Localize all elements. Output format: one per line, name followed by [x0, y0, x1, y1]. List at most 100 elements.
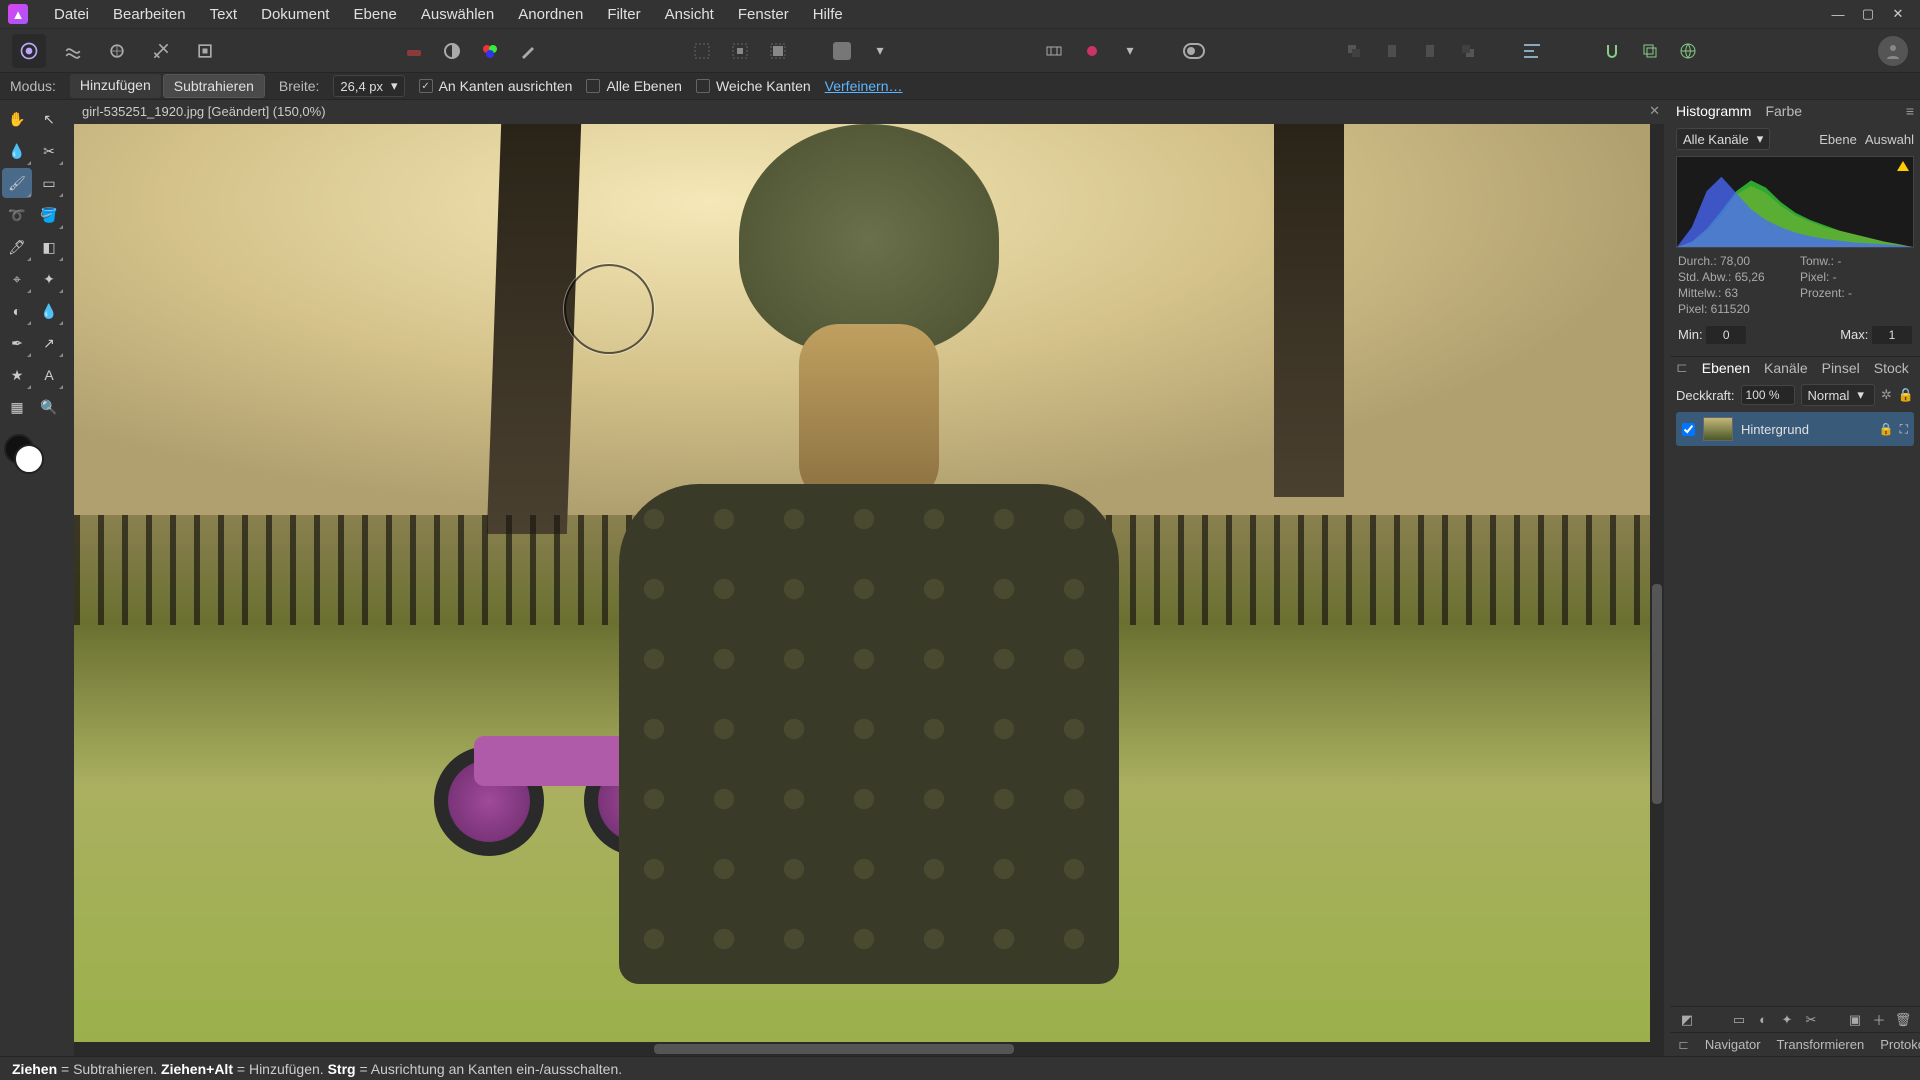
tab-ebenen[interactable]: Ebenen	[1702, 360, 1750, 376]
histo-layer-button[interactable]: Ebene	[1819, 132, 1857, 147]
dodge-tool-icon[interactable]: ◐	[2, 296, 32, 326]
tab-protokoll[interactable]: Protokoll	[1880, 1037, 1920, 1052]
horizontal-scrollbar[interactable]	[74, 1042, 1650, 1056]
selection-mid-icon[interactable]	[724, 35, 756, 67]
min-input[interactable]	[1706, 326, 1746, 344]
document-tab[interactable]: girl-535251_1920.jpg [Geändert] (150,0%)…	[70, 100, 1670, 122]
vertical-scrollbar[interactable]	[1650, 124, 1664, 1056]
tab-kanaele[interactable]: Kanäle	[1764, 360, 1808, 376]
layer-lock-icon[interactable]: 🔒	[1898, 387, 1914, 403]
toolbar-autolevels-icon[interactable]	[398, 35, 430, 67]
histo-selection-button[interactable]: Auswahl	[1865, 132, 1914, 147]
arrange-backward-icon[interactable]	[1376, 35, 1408, 67]
close-tab-icon[interactable]: ✕	[1649, 103, 1660, 119]
crop-layer-icon[interactable]: ✂	[1802, 1011, 1820, 1029]
front-color-icon[interactable]	[14, 444, 44, 474]
toolbar-autowb-icon[interactable]	[512, 35, 544, 67]
snap-edges-checkbox[interactable]: ✓An Kanten ausrichten	[419, 78, 573, 94]
all-layers-checkbox[interactable]: Alle Ebenen	[586, 78, 682, 94]
tab-histogram[interactable]: Histogramm	[1676, 103, 1751, 119]
soft-edges-checkbox[interactable]: Weiche Kanten	[696, 78, 811, 94]
layer-link-icon[interactable]: ⛶	[1900, 422, 1908, 437]
mask-icon[interactable]: ◩	[1678, 1011, 1696, 1029]
mode-add-button[interactable]: Hinzufügen	[70, 74, 161, 98]
adj-icon[interactable]: ◐	[1754, 1011, 1772, 1029]
menu-ansicht[interactable]: Ansicht	[653, 2, 726, 27]
persona-develop-icon[interactable]	[100, 34, 134, 68]
menu-ebene[interactable]: Ebene	[341, 2, 408, 27]
blendmode-select[interactable]: Normal▾	[1801, 384, 1875, 406]
mesh-tool-icon[interactable]: ▦	[2, 392, 32, 422]
menu-hilfe[interactable]: Hilfe	[801, 2, 855, 27]
clone-tool-icon[interactable]: ⌖	[2, 264, 32, 294]
quickmask-icon[interactable]	[826, 35, 858, 67]
menu-anordnen[interactable]: Anordnen	[506, 2, 595, 27]
tab-stock[interactable]: Stock	[1874, 360, 1909, 376]
menu-datei[interactable]: Datei	[42, 2, 101, 27]
flood-tool-icon[interactable]: 🪣	[34, 200, 64, 230]
layer-fx-icon[interactable]: ✲	[1881, 387, 1892, 403]
refine-button[interactable]: Verfeinern…	[825, 78, 903, 94]
fx-icon[interactable]: ▭	[1730, 1011, 1748, 1029]
layer-lock-small-icon[interactable]: 🔒	[1879, 422, 1894, 437]
max-input[interactable]	[1872, 326, 1912, 344]
colorpicker-tool-icon[interactable]: 💧	[2, 136, 32, 166]
toolbar-autocontrast-icon[interactable]	[436, 35, 468, 67]
layer-visibility-checkbox[interactable]	[1682, 423, 1695, 436]
persona-liquify-icon[interactable]	[56, 34, 90, 68]
layer-row[interactable]: Hintergrund 🔒⛶	[1676, 412, 1914, 446]
pin-icon[interactable]: ⊏	[1676, 359, 1688, 376]
menu-bearbeiten[interactable]: Bearbeiten	[101, 2, 198, 27]
freehand-tool-icon[interactable]: ➰	[2, 200, 32, 230]
menu-dokument[interactable]: Dokument	[249, 2, 341, 27]
shape-tool-icon[interactable]: ★	[2, 360, 32, 390]
color-swatch[interactable]	[2, 432, 46, 476]
view-tool-icon[interactable]: ✋	[2, 104, 32, 134]
text-tool-icon[interactable]: A	[34, 360, 64, 390]
menu-auswaehlen[interactable]: Auswählen	[409, 2, 506, 27]
snap-toggle-icon[interactable]	[1596, 35, 1628, 67]
tab-transform[interactable]: Transformieren	[1777, 1037, 1865, 1052]
erase-tool-icon[interactable]: ◧	[34, 232, 64, 262]
inpaint-tool-icon[interactable]: ✦	[34, 264, 64, 294]
toggle-ui-icon[interactable]	[1178, 35, 1210, 67]
align-icon[interactable]	[1516, 35, 1548, 67]
pin2-icon[interactable]: ⊏	[1678, 1037, 1689, 1053]
selection-all-icon[interactable]	[762, 35, 794, 67]
persona-export-icon[interactable]	[188, 34, 222, 68]
assistant-icon[interactable]	[1076, 35, 1108, 67]
smudge-tool-icon[interactable]: 💧	[34, 296, 64, 326]
assistant-dropdown-icon[interactable]: ▾	[1114, 35, 1146, 67]
crop-ratio-icon[interactable]	[1038, 35, 1070, 67]
snap-globe-icon[interactable]	[1672, 35, 1704, 67]
crop-tool-icon[interactable]: ✂	[34, 136, 64, 166]
tab-pinsel[interactable]: Pinsel	[1822, 360, 1860, 376]
arrange-front-icon[interactable]	[1452, 35, 1484, 67]
live-icon[interactable]: ✦	[1778, 1011, 1796, 1029]
marquee-tool-icon[interactable]: ▭	[34, 168, 64, 198]
canvas[interactable]	[74, 124, 1664, 1056]
tab-color[interactable]: Farbe	[1765, 103, 1802, 119]
arrange-back-icon[interactable]	[1338, 35, 1370, 67]
mode-subtract-button[interactable]: Subtrahieren	[163, 74, 265, 98]
toolbar-autocolors-icon[interactable]	[474, 35, 506, 67]
window-restore-icon[interactable]: ▢	[1854, 4, 1882, 24]
panel-menu-icon[interactable]: ≡	[1906, 103, 1914, 119]
menu-text[interactable]: Text	[198, 2, 250, 27]
window-minimize-icon[interactable]: ―	[1824, 4, 1852, 24]
pen-tool-icon[interactable]: ✒	[2, 328, 32, 358]
paint-brush-tool-icon[interactable]: 🖊	[2, 232, 32, 262]
snap-copy-icon[interactable]	[1634, 35, 1666, 67]
account-avatar-icon[interactable]	[1878, 36, 1908, 66]
node-tool-icon[interactable]: ↗	[34, 328, 64, 358]
menu-fenster[interactable]: Fenster	[726, 2, 801, 27]
channel-select[interactable]: Alle Kanäle▾	[1676, 128, 1770, 150]
selection-none-icon[interactable]	[686, 35, 718, 67]
group-icon[interactable]: ▣	[1846, 1011, 1864, 1029]
add-layer-icon[interactable]: ＋	[1870, 1011, 1888, 1029]
quickmask-dropdown-icon[interactable]: ▾	[864, 35, 896, 67]
selection-brush-tool-icon[interactable]: 🖌	[2, 168, 32, 198]
width-input[interactable]: 26,4 px▾	[333, 75, 404, 97]
move-tool-icon[interactable]: ↖	[34, 104, 64, 134]
window-close-icon[interactable]: ✕	[1884, 4, 1912, 24]
